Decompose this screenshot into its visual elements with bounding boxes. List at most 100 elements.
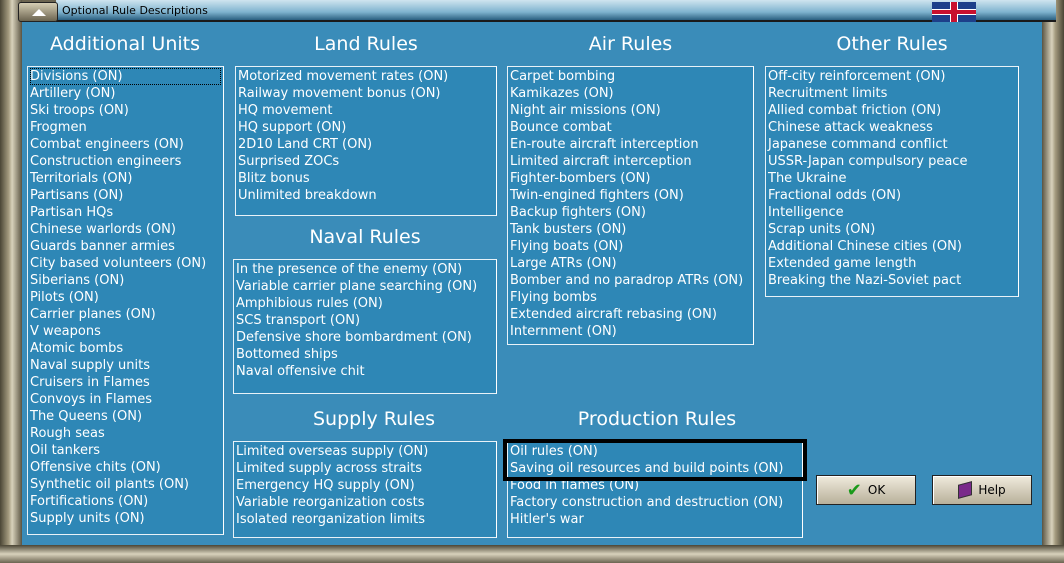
rule-item[interactable]: Twin-engined fighters (ON) (510, 187, 751, 204)
rule-item[interactable]: Limited supply across straits (236, 460, 494, 477)
rule-item[interactable]: Backup fighters (ON) (510, 204, 751, 221)
rule-item[interactable]: V weapons (30, 323, 221, 340)
rule-item[interactable]: Cruisers in Flames (30, 374, 221, 391)
rule-item[interactable]: SCS transport (ON) (236, 312, 494, 329)
rule-item[interactable]: The Queens (ON) (30, 408, 221, 425)
rule-item[interactable]: Carpet bombing (510, 68, 751, 85)
rule-item[interactable]: Carrier planes (ON) (30, 306, 221, 323)
rule-item[interactable]: Pilots (ON) (30, 289, 221, 306)
rule-item[interactable]: Artillery (ON) (30, 85, 221, 102)
rule-item[interactable]: Bottomed ships (236, 346, 494, 363)
rule-item[interactable]: Unlimited breakdown (238, 187, 494, 204)
rule-item[interactable]: Hitler's war (510, 511, 800, 528)
other-rules-heading: Other Rules (836, 33, 948, 55)
rule-item[interactable]: Convoys in Flames (30, 391, 221, 408)
rule-item[interactable]: Rough seas (30, 425, 221, 442)
title-bar: Optional Rule Descriptions (56, 0, 1056, 22)
rule-item[interactable]: Limited aircraft interception (510, 153, 751, 170)
rule-item[interactable]: Surprised ZOCs (238, 153, 494, 170)
rule-item[interactable]: Supply units (ON) (30, 510, 221, 527)
rule-item[interactable]: Divisions (ON) (30, 68, 221, 85)
rule-item[interactable]: Emergency HQ supply (ON) (236, 477, 494, 494)
rule-item[interactable]: Fortifications (ON) (30, 493, 221, 510)
rule-item[interactable]: Ski troops (ON) (30, 102, 221, 119)
rule-item[interactable]: Saving oil resources and build points (O… (510, 460, 800, 477)
rule-item[interactable]: Isolated reorganization limits (236, 511, 494, 528)
rule-item[interactable]: Construction engineers (30, 153, 221, 170)
rule-item[interactable]: Amphibious rules (ON) (236, 295, 494, 312)
rule-item[interactable]: Extended game length (768, 255, 1016, 272)
naval-rules-list[interactable]: In the presence of the enemy (ON) Variabl… (233, 259, 497, 394)
rule-item[interactable]: Motorized movement rates (ON) (238, 68, 494, 85)
rule-item[interactable]: Blitz bonus (238, 170, 494, 187)
rule-item[interactable]: Defensive shore bombardment (ON) (236, 329, 494, 346)
rule-item[interactable]: USSR-Japan compulsory peace (768, 153, 1016, 170)
rule-item[interactable]: Tank busters (ON) (510, 221, 751, 238)
rule-item[interactable]: Japanese command conflict (768, 136, 1016, 153)
rule-item[interactable]: Breaking the Nazi-Soviet pact (768, 272, 1016, 289)
window-frame-right (1042, 0, 1064, 563)
rule-item[interactable]: Flying boats (ON) (510, 238, 751, 255)
rule-item[interactable]: Naval supply units (30, 357, 221, 374)
rule-item[interactable]: Flying bombs (510, 289, 751, 306)
rule-item[interactable]: Siberians (ON) (30, 272, 221, 289)
rule-item[interactable]: Limited overseas supply (ON) (236, 443, 494, 460)
rule-item[interactable]: Territorials (ON) (30, 170, 221, 187)
supply-rules-list[interactable]: Limited overseas supply (ON) Limited supp… (233, 441, 497, 538)
rule-item[interactable]: Partisan HQs (30, 204, 221, 221)
additional-units-list[interactable]: Divisions (ON) Artillery (ON) Ski troops (… (27, 66, 224, 535)
rule-item[interactable]: Partisans (ON) (30, 187, 221, 204)
rule-item[interactable]: Kamikazes (ON) (510, 85, 751, 102)
rule-item[interactable]: City based volunteers (ON) (30, 255, 221, 272)
rule-item[interactable]: Chinese attack weakness (768, 119, 1016, 136)
rule-item[interactable]: Oil tankers (30, 442, 221, 459)
rule-item[interactable]: Factory construction and destruction (ON… (510, 494, 800, 511)
land-rules-list[interactable]: Motorized movement rates (ON) Railway mov… (235, 66, 497, 216)
rule-item[interactable]: Intelligence (768, 204, 1016, 221)
rule-item[interactable]: HQ movement (238, 102, 494, 119)
ok-label: OK (867, 483, 886, 497)
air-rules-heading: Air Rules (588, 33, 673, 55)
rule-item[interactable]: Railway movement bonus (ON) (238, 85, 494, 102)
rule-item[interactable]: Synthetic oil plants (ON) (30, 476, 221, 493)
rule-item[interactable]: Frogmen (30, 119, 221, 136)
additional-units-heading: Additional Units (50, 33, 200, 55)
ok-button[interactable]: ✔ OK (816, 475, 916, 505)
rule-item[interactable]: Combat engineers (ON) (30, 136, 221, 153)
rule-item[interactable]: Extended aircraft rebasing (ON) (510, 306, 751, 323)
rule-item[interactable]: The Ukraine (768, 170, 1016, 187)
help-label: Help (978, 483, 1006, 497)
rule-item[interactable]: Additional Chinese cities (ON) (768, 238, 1016, 255)
rule-item[interactable]: HQ support (ON) (238, 119, 494, 136)
rule-item[interactable]: In the presence of the enemy (ON) (236, 261, 494, 278)
help-button[interactable]: Help (932, 475, 1032, 505)
rule-item[interactable]: Variable reorganization costs (236, 494, 494, 511)
rule-item[interactable]: Allied combat friction (ON) (768, 102, 1016, 119)
other-rules-list[interactable]: Off-city reinforcement (ON) Recruitment l… (765, 66, 1019, 297)
rule-item[interactable]: Night air missions (ON) (510, 102, 751, 119)
rule-item[interactable]: Guards banner armies (30, 238, 221, 255)
rule-item[interactable]: Offensive chits (ON) (30, 459, 221, 476)
supply-rules-heading: Supply Rules (312, 408, 436, 430)
rule-item[interactable]: Scrap units (ON) (768, 221, 1016, 238)
rule-item[interactable]: En-route aircraft interception (510, 136, 751, 153)
rule-item[interactable]: Fighter-bombers (ON) (510, 170, 751, 187)
rule-item[interactable]: Food in flames (ON) (510, 477, 800, 494)
rule-item[interactable]: Fractional odds (ON) (768, 187, 1016, 204)
production-rules-list[interactable]: Oil rules (ON) Saving oil resources and b… (507, 441, 803, 538)
rule-item[interactable]: Bomber and no paradrop ATRs (ON) (510, 272, 751, 289)
rule-item[interactable]: 2D10 Land CRT (ON) (238, 136, 494, 153)
rule-item[interactable]: Bounce combat (510, 119, 751, 136)
collapse-button[interactable] (18, 2, 58, 22)
rule-item[interactable]: Variable carrier plane searching (ON) (236, 278, 494, 295)
checkmark-icon: ✔ (846, 479, 862, 501)
rule-item[interactable]: Off-city reinforcement (ON) (768, 68, 1016, 85)
rule-item[interactable]: Oil rules (ON) (510, 443, 800, 460)
rule-item[interactable]: Chinese warlords (ON) (30, 221, 221, 238)
rule-item[interactable]: Internment (ON) (510, 323, 751, 340)
air-rules-list[interactable]: Carpet bombing Kamikazes (ON) Night air mi… (507, 66, 754, 345)
rule-item[interactable]: Recruitment limits (768, 85, 1016, 102)
rule-item[interactable]: Atomic bombs (30, 340, 221, 357)
rule-item[interactable]: Naval offensive chit (236, 363, 494, 380)
rule-item[interactable]: Large ATRs (ON) (510, 255, 751, 272)
